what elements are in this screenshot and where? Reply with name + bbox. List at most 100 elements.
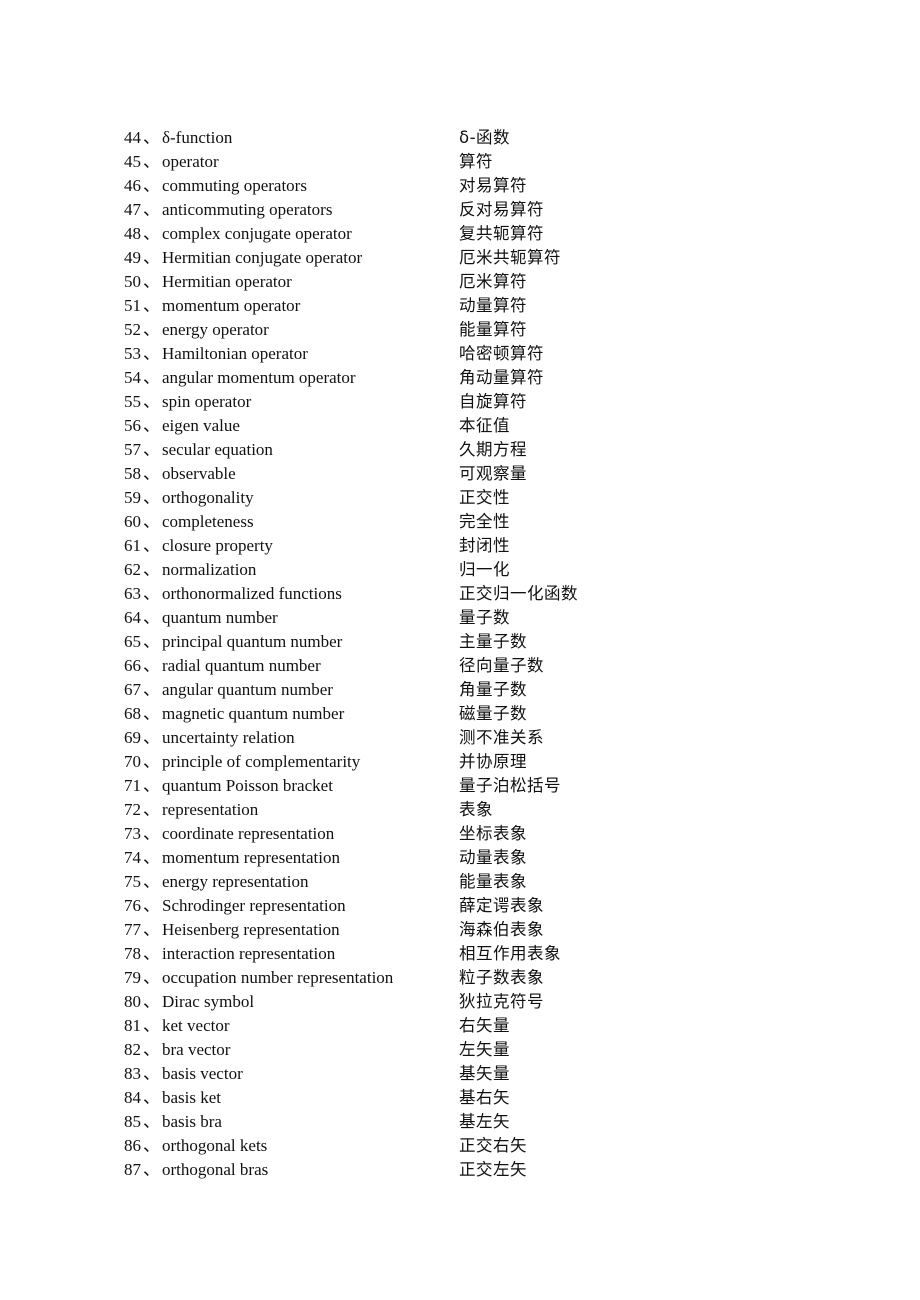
glossary-entry: 76 、 Schrodinger representation 薛定谔表象 [124, 894, 824, 918]
entry-english-term: interaction representation [162, 944, 336, 963]
entry-chinese-term: 厄米共轭算符 [459, 248, 561, 267]
entry-english-term: radial quantum number [162, 656, 321, 675]
glossary-entry: 59 、 orthogonality 正交性 [124, 486, 824, 510]
entry-chinese-term: 表象 [459, 800, 493, 819]
entry-number: 74 [124, 848, 141, 867]
entry-chinese-term: 左矢量 [459, 1040, 510, 1059]
glossary-entry: 71 、 quantum Poisson bracket 量子泊松括号 [124, 774, 824, 798]
entry-english-term: angular momentum operator [162, 368, 356, 387]
entry-english-term: orthogonal bras [162, 1160, 269, 1179]
entry-separator: 、 [143, 344, 160, 363]
glossary-entry: 58 、 observable 可观察量 [124, 462, 824, 486]
entry-separator: 、 [143, 176, 160, 195]
entry-chinese-term: 狄拉克符号 [459, 992, 544, 1011]
glossary-entry: 54 、 angular momentum operator 角动量算符 [124, 366, 824, 390]
entry-number: 46 [124, 176, 141, 195]
entry-english-term: basis vector [162, 1064, 243, 1083]
entry-separator: 、 [143, 992, 160, 1011]
entry-chinese-term: 正交右矢 [459, 1136, 527, 1155]
entry-separator: 、 [143, 896, 160, 915]
glossary-entry: 50 、 Hermitian operator 厄米算符 [124, 270, 824, 294]
entry-number: 83 [124, 1064, 141, 1083]
entry-chinese-term: 相互作用表象 [459, 944, 561, 963]
entry-number: 73 [124, 824, 141, 843]
glossary-entry: 83 、 basis vector 基矢量 [124, 1062, 824, 1086]
entry-chinese-term: 坐标表象 [459, 824, 527, 843]
entry-english-term: momentum representation [162, 848, 340, 867]
entry-number: 70 [124, 752, 141, 771]
entry-separator: 、 [143, 608, 160, 627]
entry-separator: 、 [143, 1040, 160, 1059]
entry-separator: 、 [143, 512, 160, 531]
entry-chinese-term: 并协原理 [459, 752, 527, 771]
entry-english-term: commuting operators [162, 176, 307, 195]
entry-english-term: basis ket [162, 1088, 222, 1107]
glossary-list: 44 、 δ-function δ-函数 45 、 operator 算符 46… [124, 126, 824, 1182]
entry-separator: 、 [143, 776, 160, 795]
entry-separator: 、 [143, 632, 160, 651]
glossary-entry: 82 、 bra vector 左矢量 [124, 1038, 824, 1062]
entry-english-term: orthogonality [162, 488, 254, 507]
entry-chinese-term: 角动量算符 [459, 368, 544, 387]
entry-number: 87 [124, 1160, 141, 1179]
entry-number: 79 [124, 968, 141, 987]
entry-chinese-term: 自旋算符 [459, 392, 527, 411]
entry-number: 64 [124, 608, 141, 627]
entry-number: 65 [124, 632, 141, 651]
entry-number: 50 [124, 272, 141, 291]
entry-separator: 、 [143, 1064, 160, 1083]
entry-chinese-term: 薛定谔表象 [459, 896, 544, 915]
entry-english-term: secular equation [162, 440, 273, 459]
entry-english-term: ket vector [162, 1016, 230, 1035]
entry-chinese-term: 能量算符 [459, 320, 527, 339]
entry-separator: 、 [143, 128, 160, 147]
entry-english-term: Schrodinger representation [162, 896, 346, 915]
glossary-entry: 48 、 complex conjugate operator 复共轭算符 [124, 222, 824, 246]
entry-chinese-term: 哈密顿算符 [459, 344, 544, 363]
entry-number: 56 [124, 416, 141, 435]
entry-english-term: completeness [162, 512, 254, 531]
glossary-entry: 80 、 Dirac symbol 狄拉克符号 [124, 990, 824, 1014]
entry-chinese-term: 完全性 [459, 512, 510, 531]
entry-chinese-term: 基左矢 [459, 1112, 510, 1131]
glossary-entry: 85 、 basis bra 基左矢 [124, 1110, 824, 1134]
entry-chinese-term: 径向量子数 [459, 656, 544, 675]
glossary-entry: 55 、 spin operator 自旋算符 [124, 390, 824, 414]
entry-chinese-term: 久期方程 [459, 440, 527, 459]
entry-english-term: basis bra [162, 1112, 222, 1131]
entry-english-term: closure property [162, 536, 273, 555]
entry-chinese-term: 对易算符 [459, 176, 527, 195]
glossary-entry: 44 、 δ-function δ-函数 [124, 126, 824, 150]
entry-number: 48 [124, 224, 141, 243]
entry-separator: 、 [143, 464, 160, 483]
entry-separator: 、 [143, 944, 160, 963]
entry-separator: 、 [143, 824, 160, 843]
entry-number: 54 [124, 368, 141, 387]
glossary-entry: 45 、 operator 算符 [124, 150, 824, 174]
glossary-entry: 75 、 energy representation 能量表象 [124, 870, 824, 894]
entry-separator: 、 [143, 656, 160, 675]
entry-english-term: complex conjugate operator [162, 224, 352, 243]
entry-chinese-term: 右矢量 [459, 1016, 510, 1035]
glossary-entry: 66 、 radial quantum number 径向量子数 [124, 654, 824, 678]
entry-chinese-term: 可观察量 [459, 464, 527, 483]
entry-number: 57 [124, 440, 141, 459]
glossary-entry: 79 、 occupation number representation 粒子… [124, 966, 824, 990]
entry-separator: 、 [143, 1088, 160, 1107]
entry-chinese-term: 能量表象 [459, 872, 527, 891]
glossary-entry: 81 、 ket vector 右矢量 [124, 1014, 824, 1038]
entry-chinese-term: 正交归一化函数 [459, 584, 578, 603]
entry-number: 69 [124, 728, 141, 747]
entry-english-term: quantum number [162, 608, 278, 627]
entry-chinese-term: 主量子数 [459, 632, 527, 651]
entry-english-term: bra vector [162, 1040, 231, 1059]
entry-separator: 、 [143, 680, 160, 699]
glossary-entry: 53 、 Hamiltonian operator 哈密顿算符 [124, 342, 824, 366]
entry-chinese-term: 测不准关系 [459, 728, 544, 747]
glossary-entry: 46 、 commuting operators 对易算符 [124, 174, 824, 198]
entry-english-term: Heisenberg representation [162, 920, 340, 939]
entry-english-term: Hermitian conjugate operator [162, 248, 363, 267]
entry-separator: 、 [143, 728, 160, 747]
entry-number: 51 [124, 296, 141, 315]
entry-chinese-term: 粒子数表象 [459, 968, 544, 987]
